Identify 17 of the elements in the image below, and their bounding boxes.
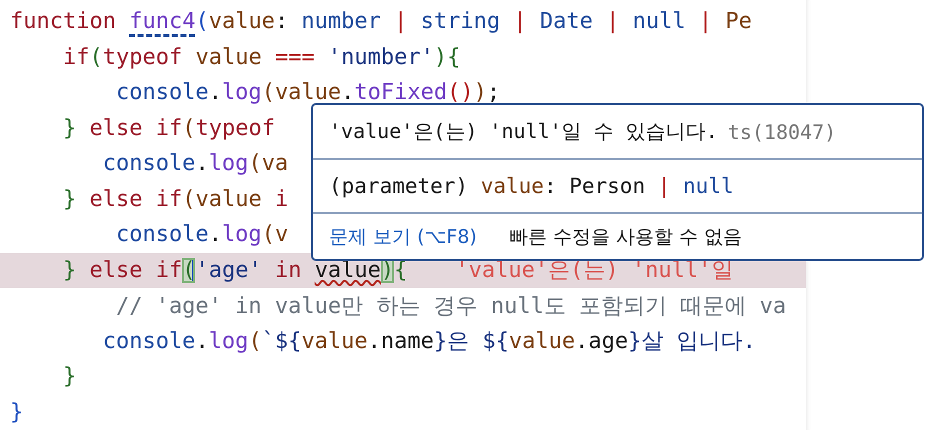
inline-error-message: 'value'은(는) 'null'일: [455, 257, 734, 286]
code-line: } else if(typeof: [62, 116, 275, 141]
code-line: if(typeof value === 'number'){: [62, 44, 460, 70]
code-line: function func4(value: number | string | Date | null | Pe: [10, 9, 752, 34]
error-message: 'value'은(는) 'null'일 수 있습니다.: [329, 118, 718, 145]
code-line: console.log(`${value.name}은 ${value.age}살 입니다.: [102, 328, 756, 356]
code-line: console.log(v: [114, 222, 288, 248]
code-line: console.log(value.toFixed());: [114, 80, 500, 106]
code-line: } else if(value i: [62, 186, 288, 212]
code-line: console.log(va: [102, 151, 288, 176]
type-signature: (parameter) value: Person | null: [329, 174, 734, 198]
no-quick-fix-text: 빠른 수정을 사용할 수 없음: [508, 224, 742, 250]
code-line: // 'age' in value만 하는 경우 null도 포함되기 때문에 va: [114, 292, 786, 321]
view-problem-link[interactable]: 문제 보기 (⌥F8): [329, 224, 477, 250]
code-line: }: [10, 400, 24, 425]
code-line: }: [62, 364, 76, 390]
error-code: ts(18047): [728, 120, 836, 144]
